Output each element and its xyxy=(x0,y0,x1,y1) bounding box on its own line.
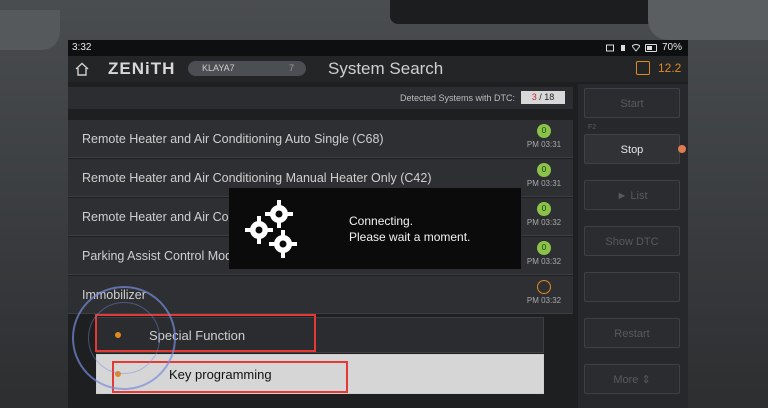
battery-voltage: 12.2 xyxy=(658,61,682,75)
system-status: 0 PM 03:32 xyxy=(523,241,565,271)
vehicle-battery-icon xyxy=(636,61,650,75)
system-status: 0 PM 03:32 xyxy=(523,202,565,232)
bezel-right-handle xyxy=(648,0,768,40)
show-dtc-button[interactable]: Show DTC xyxy=(584,226,680,256)
system-row[interactable]: Remote Heater and Air Conditioning Auto … xyxy=(68,120,573,158)
system-label: Remote Heater and Air Conditioning Auto … xyxy=(82,132,384,146)
action-panel: Start F2 Stop ► List Show DTC Restart Mo… xyxy=(578,84,688,408)
bezel-left-handle xyxy=(0,10,60,50)
connecting-dialog: Connecting. Please wait a moment. xyxy=(229,188,521,269)
status-ok-icon: 0 xyxy=(537,163,551,177)
stop-button[interactable]: F2 Stop xyxy=(584,124,686,164)
dtc-summary-bar: Detected Systems with DTC: 3 / 18 xyxy=(68,87,573,109)
brand-logo: ZENiTH xyxy=(108,59,176,78)
status-time: PM 03:31 xyxy=(526,179,562,188)
status-time: PM 03:32 xyxy=(526,296,562,305)
page-title: System Search xyxy=(328,59,444,78)
dtc-label: Detected Systems with DTC: xyxy=(399,93,515,103)
status-ok-icon: 0 xyxy=(537,202,551,216)
system-label: Parking Assist Control Module xyxy=(82,249,249,263)
indicator-dot xyxy=(678,145,686,153)
restart-button[interactable]: Restart xyxy=(584,318,680,348)
app-header: ZENiTH KLAYA7 7 System Search 12.2 xyxy=(68,56,688,82)
bezel-top xyxy=(390,0,660,24)
dialog-message-line1: Connecting. xyxy=(349,214,414,228)
cast-icon xyxy=(605,44,614,52)
vibrate-icon xyxy=(619,44,627,52)
battery-percent: 70% xyxy=(661,42,682,53)
status-ok-icon: 0 xyxy=(537,124,551,138)
device-screen: 3:32 70% ZENiTH KLAYA7 7 System Search 1… xyxy=(68,40,688,408)
list-button[interactable]: ► List xyxy=(584,180,680,210)
dtc-total-count: 18 xyxy=(544,92,555,102)
stop-label: Stop xyxy=(620,144,644,156)
system-status: 0 PM 03:31 xyxy=(523,124,565,154)
start-button[interactable]: Start xyxy=(584,88,680,118)
status-icons: 70% xyxy=(605,42,682,53)
dialog-message-line2: Please wait a moment. xyxy=(349,230,471,244)
system-label: Remote Heater and Air Conditioning Manua… xyxy=(82,171,432,185)
dtc-count-badge: 3 / 18 xyxy=(521,91,565,104)
home-icon[interactable] xyxy=(74,61,90,77)
vin-display: KLAYA7 7 xyxy=(188,61,306,76)
more-button[interactable]: More ⇕ xyxy=(584,364,680,394)
status-time: PM 03:32 xyxy=(526,257,562,266)
system-status: 0 PM 03:31 xyxy=(523,163,565,193)
status-bar: 3:32 70% xyxy=(68,40,688,56)
status-time: PM 03:31 xyxy=(526,140,562,149)
battery-icon xyxy=(644,43,657,52)
stop-fkey: F2 xyxy=(588,124,597,131)
vin-text: KLAYA7 xyxy=(202,63,235,73)
status-time: 3:32 xyxy=(72,42,92,53)
empty-button[interactable] xyxy=(584,272,680,302)
system-status: PM 03:32 xyxy=(523,280,565,310)
vin-tail: 7 xyxy=(288,63,294,73)
status-ok-icon: 0 xyxy=(537,241,551,255)
status-pending-icon xyxy=(537,280,551,294)
status-time: PM 03:32 xyxy=(526,218,562,227)
touch-ripple-inner xyxy=(88,302,160,374)
gears-icon xyxy=(245,200,297,258)
wifi-icon xyxy=(631,43,641,52)
